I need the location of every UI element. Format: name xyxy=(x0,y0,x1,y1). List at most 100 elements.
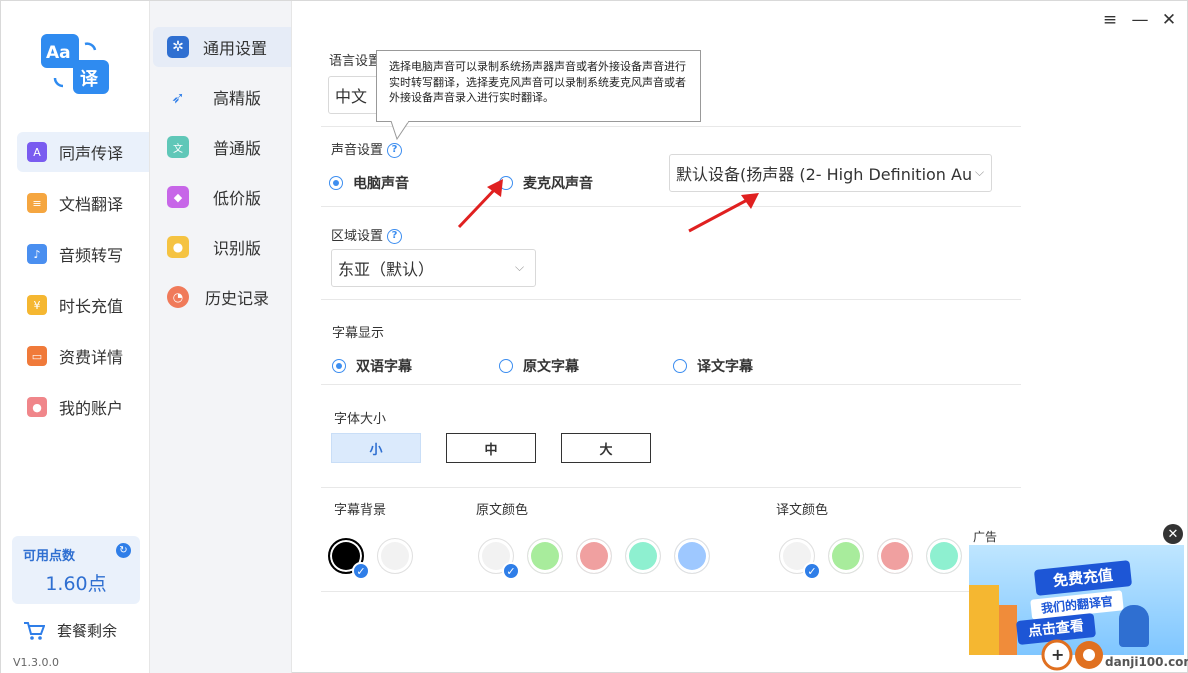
sidebar-item-account[interactable]: ● 我的账户 xyxy=(17,387,149,427)
ticket-icon: ▭ xyxy=(27,346,47,366)
annotation-arrow xyxy=(457,179,503,229)
radio-computer-sound[interactable]: 电脑声音 xyxy=(329,173,409,193)
font-size-large-button[interactable]: 大 xyxy=(561,433,651,463)
divider xyxy=(321,299,1021,300)
annotation-arrow xyxy=(688,193,759,233)
settings-subnav: ✲ 通用设置 ➶ 高精版 文 普通版 ◆ 低价版 ● 识别版 ◔ 历史记录 xyxy=(150,1,292,673)
main-sidebar: Aa 译 A 同声传译 ≡ 文档翻译 ♪ 音频转写 ¥ 时长充值 ▭ 资费详情 … xyxy=(1,1,150,673)
sound-help-tooltip: 选择电脑声音可以录制系统扬声器声音或者外接设备声音进行实时转写翻译，选择麦克风声… xyxy=(376,50,701,122)
sidebar-item-label: 音频转写 xyxy=(59,246,124,265)
color-swatch[interactable] xyxy=(877,538,913,574)
audio-file-icon: ♪ xyxy=(27,244,47,264)
region-label-text: 区域设置 xyxy=(331,229,384,244)
subnav-item-recognition[interactable]: ● 识别版 xyxy=(153,227,291,267)
subnav-item-standard[interactable]: 文 普通版 xyxy=(153,127,291,167)
radio-original[interactable]: 原文字幕 xyxy=(499,356,579,376)
sidebar-item-audio[interactable]: ♪ 音频转写 xyxy=(17,234,149,274)
user-icon: ● xyxy=(27,397,47,417)
subnav-item-general[interactable]: ✲ 通用设置 xyxy=(153,27,291,67)
close-icon[interactable]: ✕ xyxy=(1159,10,1179,30)
region-value: 东亚（默认） xyxy=(338,260,435,279)
watermark-logo: + xyxy=(1041,639,1103,671)
radio-dot xyxy=(329,176,343,190)
subnav-item-low-price[interactable]: ◆ 低价版 xyxy=(153,177,291,217)
menu-icon[interactable]: ≡ xyxy=(1100,10,1120,30)
check-icon: ✓ xyxy=(502,562,520,580)
sidebar-item-label: 同声传译 xyxy=(59,144,124,163)
translate-small-icon: 文 xyxy=(167,136,189,158)
region-select[interactable]: 东亚（默认） ⌵ xyxy=(331,249,536,287)
app-window: Aa 译 A 同声传译 ≡ 文档翻译 ♪ 音频转写 ¥ 时长充值 ▭ 资费详情 … xyxy=(0,0,1188,673)
points-panel: 可用点数 ↻ 1.60点 xyxy=(12,536,140,604)
audio-device-value: 默认设备(扬声器 (2- High Definition Au xyxy=(676,165,973,184)
color-swatch[interactable] xyxy=(625,538,661,574)
sound-label-text: 声音设置 xyxy=(331,143,384,158)
check-icon: ✓ xyxy=(803,562,821,580)
radio-dot xyxy=(332,359,346,373)
ad-close-icon[interactable]: ✕ xyxy=(1163,524,1183,544)
cart-icon xyxy=(24,621,45,640)
mascot-illustration xyxy=(1119,605,1149,647)
color-swatch[interactable] xyxy=(377,538,413,574)
chevron-down-icon: ⌵ xyxy=(515,260,525,274)
font-size-medium-button[interactable]: 中 xyxy=(446,433,536,463)
radio-label: 译文字幕 xyxy=(697,359,753,375)
package-label: 套餐剩余 xyxy=(57,622,118,640)
tag-icon: ◆ xyxy=(167,186,189,208)
radio-translated[interactable]: 译文字幕 xyxy=(673,356,753,376)
font-size-small-button[interactable]: 小 xyxy=(331,433,421,463)
sidebar-item-label: 我的账户 xyxy=(59,399,124,418)
translated-color-label: 译文颜色 xyxy=(776,503,829,518)
color-swatch[interactable] xyxy=(926,538,962,574)
package-remaining-link[interactable]: 套餐剩余 xyxy=(23,620,117,641)
subnav-item-label: 低价版 xyxy=(213,189,262,208)
building-illustration xyxy=(969,585,999,655)
color-swatch[interactable] xyxy=(527,538,563,574)
tooltip-tail xyxy=(390,121,410,141)
version-label: V1.3.0.0 xyxy=(13,656,60,669)
subnav-item-history[interactable]: ◔ 历史记录 xyxy=(153,277,291,317)
watermark-text: danji100.com xyxy=(1105,655,1188,669)
subnav-item-high-precision[interactable]: ➶ 高精版 xyxy=(153,77,291,117)
color-swatch[interactable] xyxy=(576,538,612,574)
divider xyxy=(321,206,1021,207)
radio-bilingual[interactable]: 双语字幕 xyxy=(332,356,412,376)
gear-icon: ✲ xyxy=(167,36,189,58)
sidebar-item-pricing[interactable]: ▭ 资费详情 xyxy=(17,336,149,376)
minimize-icon[interactable]: — xyxy=(1130,10,1150,30)
divider xyxy=(321,487,1021,488)
radio-label: 麦克风声音 xyxy=(523,176,593,192)
points-value: 1.60点 xyxy=(45,573,107,595)
svg-text:Aa: Aa xyxy=(46,43,71,63)
sound-label: 声音设置? xyxy=(331,139,403,158)
translate-icon: A xyxy=(27,142,47,162)
points-title: 可用点数 xyxy=(23,549,76,564)
color-swatch[interactable] xyxy=(674,538,710,574)
sidebar-item-label: 时长充值 xyxy=(59,297,124,316)
language-label: 语言设置 xyxy=(329,54,382,69)
refresh-icon[interactable]: ↻ xyxy=(116,543,131,558)
subnav-item-label: 高精版 xyxy=(213,89,262,108)
subtitle-label: 字幕显示 xyxy=(332,326,385,341)
color-swatch[interactable] xyxy=(828,538,864,574)
help-icon[interactable]: ? xyxy=(387,143,403,158)
original-color-label: 原文颜色 xyxy=(476,503,529,518)
region-label: 区域设置? xyxy=(331,225,403,244)
clock-icon: ◔ xyxy=(167,286,189,308)
sidebar-item-simultaneous[interactable]: A 同声传译 xyxy=(17,132,149,172)
app-logo: Aa 译 xyxy=(41,34,109,94)
divider xyxy=(321,591,969,592)
svg-text:+: + xyxy=(1051,645,1064,664)
chevron-down-icon: ⌵ xyxy=(971,165,984,179)
svg-text:译: 译 xyxy=(80,69,99,90)
subnav-item-label: 普通版 xyxy=(213,139,262,158)
building-illustration xyxy=(999,605,1017,655)
subnav-item-label: 通用设置 xyxy=(203,39,268,58)
radio-label: 原文字幕 xyxy=(523,359,579,375)
recharge-icon: ¥ xyxy=(27,295,47,315)
rocket-icon: ➶ xyxy=(171,87,185,107)
sidebar-item-recharge[interactable]: ¥ 时长充值 xyxy=(17,285,149,325)
microphone-icon: ● xyxy=(167,236,189,258)
help-icon[interactable]: ? xyxy=(387,229,403,244)
sidebar-item-document[interactable]: ≡ 文档翻译 xyxy=(17,183,149,223)
